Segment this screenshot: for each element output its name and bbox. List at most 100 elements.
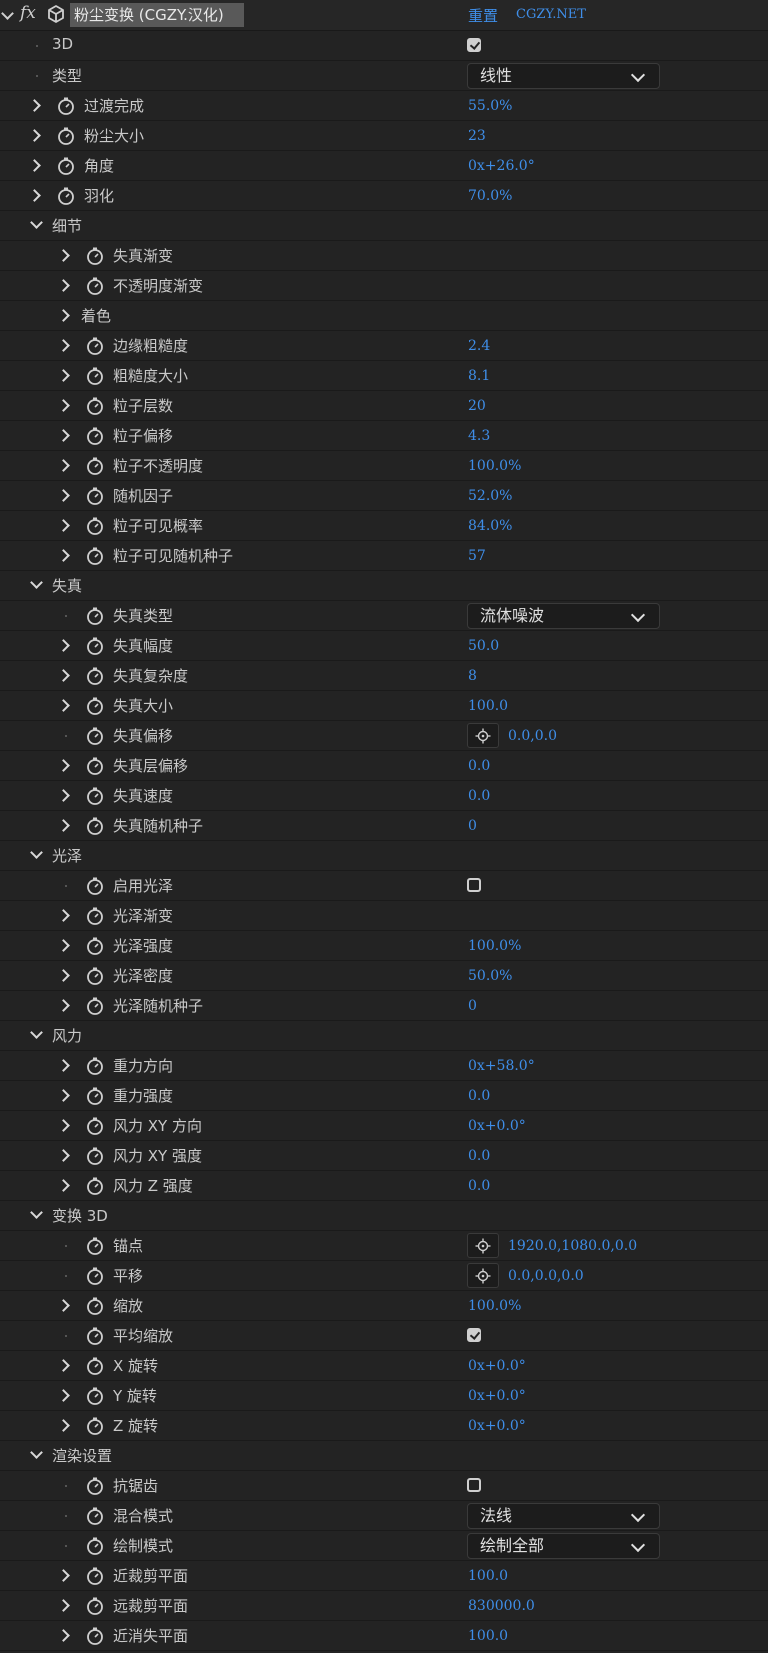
chevron-right-icon[interactable] — [57, 429, 70, 442]
chevron-right-icon[interactable] — [57, 669, 70, 682]
property-value[interactable]: 8 — [468, 668, 477, 684]
chevron-right-icon[interactable] — [57, 909, 70, 922]
chevron-right-icon[interactable] — [57, 249, 70, 262]
property-value[interactable]: 0.0 — [468, 1148, 490, 1164]
property-value[interactable]: 20 — [468, 398, 486, 414]
property-value[interactable]: 4.3 — [468, 428, 490, 444]
checkbox[interactable] — [467, 878, 481, 892]
stopwatch-icon[interactable] — [85, 816, 105, 840]
property-value[interactable]: 100.0% — [468, 458, 521, 474]
chevron-right-icon[interactable] — [57, 1059, 70, 1072]
dropdown-select[interactable]: 绘制全部 — [467, 1533, 660, 1559]
property-value[interactable]: 100.0 — [468, 1568, 508, 1584]
about-link[interactable]: CGZY.NET — [516, 7, 586, 22]
stopwatch-icon[interactable] — [85, 456, 105, 480]
stopwatch-icon[interactable] — [85, 1506, 105, 1530]
chevron-right-icon[interactable] — [57, 1119, 70, 1132]
stopwatch-icon[interactable] — [85, 1476, 105, 1500]
stopwatch-icon[interactable] — [85, 366, 105, 390]
point-value[interactable]: 0.0,0.0,0.0 — [508, 1268, 584, 1284]
point-target-button[interactable] — [467, 723, 499, 748]
stopwatch-icon[interactable] — [85, 426, 105, 450]
property-value[interactable]: 100.0 — [468, 698, 508, 714]
property-value[interactable]: 23 — [468, 128, 486, 144]
chevron-down-icon[interactable] — [30, 1206, 43, 1219]
chevron-right-icon[interactable] — [28, 129, 41, 142]
property-value[interactable]: 0x+0.0° — [468, 1418, 526, 1434]
chevron-right-icon[interactable] — [57, 1089, 70, 1102]
chevron-right-icon[interactable] — [57, 759, 70, 772]
property-value[interactable]: 0x+0.0° — [468, 1118, 526, 1134]
chevron-right-icon[interactable] — [57, 1179, 70, 1192]
chevron-down-icon[interactable] — [30, 846, 43, 859]
stopwatch-icon[interactable] — [85, 756, 105, 780]
property-value[interactable]: 57 — [468, 548, 486, 564]
stopwatch-icon[interactable] — [56, 96, 76, 120]
property-value[interactable]: 70.0% — [468, 188, 512, 204]
chevron-right-icon[interactable] — [57, 309, 70, 322]
property-value[interactable]: 0 — [468, 998, 477, 1014]
property-value[interactable]: 100.0% — [468, 1298, 521, 1314]
chevron-right-icon[interactable] — [57, 519, 70, 532]
stopwatch-icon[interactable] — [85, 546, 105, 570]
property-value[interactable]: 0x+0.0° — [468, 1358, 526, 1374]
stopwatch-icon[interactable] — [85, 486, 105, 510]
chevron-right-icon[interactable] — [57, 1149, 70, 1162]
stopwatch-icon[interactable] — [85, 1116, 105, 1140]
chevron-right-icon[interactable] — [57, 1419, 70, 1432]
property-value[interactable]: 52.0% — [468, 488, 512, 504]
property-value[interactable]: 100.0 — [468, 1628, 508, 1644]
stopwatch-icon[interactable] — [85, 636, 105, 660]
stopwatch-icon[interactable] — [85, 246, 105, 270]
stopwatch-icon[interactable] — [56, 156, 76, 180]
chevron-down-icon[interactable] — [30, 1446, 43, 1459]
property-value[interactable]: 0.0 — [468, 788, 490, 804]
chevron-right-icon[interactable] — [57, 399, 70, 412]
stopwatch-icon[interactable] — [85, 1356, 105, 1380]
stopwatch-icon[interactable] — [85, 1056, 105, 1080]
stopwatch-icon[interactable] — [85, 996, 105, 1020]
stopwatch-icon[interactable] — [85, 1266, 105, 1290]
stopwatch-icon[interactable] — [85, 1626, 105, 1650]
property-value[interactable]: 0x+26.0° — [468, 158, 535, 174]
property-value[interactable]: 8.1 — [468, 368, 490, 384]
chevron-right-icon[interactable] — [57, 489, 70, 502]
effect-name[interactable]: 粉尘变换 (CGZY.汉化) — [70, 3, 244, 27]
stopwatch-icon[interactable] — [85, 336, 105, 360]
checkbox[interactable] — [467, 1328, 481, 1342]
chevron-right-icon[interactable] — [57, 939, 70, 952]
stopwatch-icon[interactable] — [56, 186, 76, 210]
stopwatch-icon[interactable] — [85, 786, 105, 810]
stopwatch-icon[interactable] — [85, 1596, 105, 1620]
chevron-right-icon[interactable] — [57, 1359, 70, 1372]
reset-link[interactable]: 重置 — [468, 5, 498, 26]
stopwatch-icon[interactable] — [85, 726, 105, 750]
stopwatch-icon[interactable] — [85, 906, 105, 930]
chevron-right-icon[interactable] — [57, 369, 70, 382]
property-value[interactable]: 0x+0.0° — [468, 1388, 526, 1404]
stopwatch-icon[interactable] — [85, 1566, 105, 1590]
fx-toggle-icon[interactable]: fx — [20, 3, 36, 23]
stopwatch-icon[interactable] — [56, 126, 76, 150]
stopwatch-icon[interactable] — [85, 1296, 105, 1320]
chevron-right-icon[interactable] — [57, 1569, 70, 1582]
stopwatch-icon[interactable] — [85, 696, 105, 720]
chevron-right-icon[interactable] — [57, 1599, 70, 1612]
property-value[interactable]: 0.0 — [468, 1178, 490, 1194]
chevron-right-icon[interactable] — [57, 1299, 70, 1312]
chevron-down-icon[interactable] — [30, 1026, 43, 1039]
stopwatch-icon[interactable] — [85, 1146, 105, 1170]
stopwatch-icon[interactable] — [85, 276, 105, 300]
stopwatch-icon[interactable] — [85, 1536, 105, 1560]
chevron-right-icon[interactable] — [57, 1629, 70, 1642]
stopwatch-icon[interactable] — [85, 606, 105, 630]
chevron-right-icon[interactable] — [57, 639, 70, 652]
property-value[interactable]: 2.4 — [468, 338, 490, 354]
stopwatch-icon[interactable] — [85, 936, 105, 960]
chevron-right-icon[interactable] — [57, 279, 70, 292]
checkbox[interactable] — [467, 1478, 481, 1492]
chevron-right-icon[interactable] — [57, 1389, 70, 1402]
property-value[interactable]: 84.0% — [468, 518, 512, 534]
property-value[interactable]: 0.0 — [468, 1088, 490, 1104]
chevron-right-icon[interactable] — [57, 459, 70, 472]
